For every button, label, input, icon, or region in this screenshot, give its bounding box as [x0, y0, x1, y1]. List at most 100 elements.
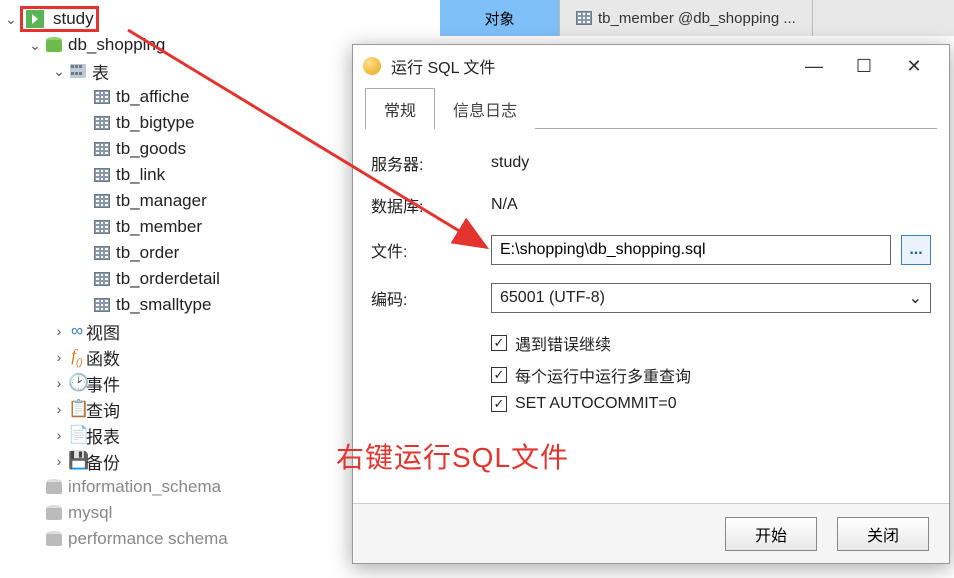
- functions-icon: f(): [68, 346, 86, 368]
- database-icon: [44, 36, 64, 54]
- tables-folder[interactable]: 表: [0, 58, 360, 84]
- checkbox-icon[interactable]: ✓: [491, 396, 507, 412]
- views-label: 视图: [86, 319, 120, 344]
- chevron-down-icon[interactable]: [50, 63, 68, 80]
- tab-objects[interactable]: 对象: [440, 0, 560, 36]
- report-icon: 📄: [68, 425, 86, 445]
- query-icon: 📋: [68, 399, 86, 419]
- table-icon: [92, 296, 112, 314]
- database-label: information_schema: [68, 477, 221, 497]
- dialog-titlebar[interactable]: 运行 SQL 文件 — ☐ ✕: [353, 45, 949, 87]
- tab-general[interactable]: 常规: [365, 88, 435, 129]
- start-label: 开始: [755, 522, 787, 546]
- table-row[interactable]: tb_affiche: [0, 84, 360, 110]
- connection-node[interactable]: study: [0, 6, 360, 32]
- database-node[interactable]: db_shopping: [0, 32, 360, 58]
- table-label: tb_orderdetail: [116, 269, 220, 289]
- dialog-form: 服务器: study 数据库: N/A 文件: ... 编码: 65001 (U…: [353, 129, 949, 429]
- database-icon: [44, 504, 64, 522]
- tab-message-log[interactable]: 信息日志: [435, 88, 535, 129]
- table-label: tb_link: [116, 165, 165, 185]
- tables-folder-icon: [68, 62, 88, 80]
- chevron-down-icon[interactable]: [26, 37, 44, 54]
- annotation-text: 右键运行SQL文件: [336, 436, 569, 476]
- database-node-inactive[interactable]: mysql: [0, 500, 360, 526]
- functions-label: 函数: [86, 345, 120, 370]
- chevron-down-icon[interactable]: [2, 11, 20, 28]
- encoding-value: 65001 (UTF-8): [500, 289, 605, 307]
- backup-icon: 💾: [68, 451, 86, 471]
- table-row[interactable]: tb_manager: [0, 188, 360, 214]
- database-label: db_shopping: [68, 35, 165, 55]
- table-label: tb_order: [116, 243, 179, 263]
- maximize-button[interactable]: ☐: [839, 45, 889, 87]
- table-row[interactable]: tb_orderdetail: [0, 266, 360, 292]
- table-row[interactable]: tb_order: [0, 240, 360, 266]
- tables-folder-label: 表: [92, 59, 109, 84]
- checkbox-icon[interactable]: ✓: [491, 335, 507, 351]
- table-icon: [92, 140, 112, 158]
- chevron-right-icon[interactable]: [50, 453, 68, 469]
- database-icon: [44, 530, 64, 548]
- table-label: tb_member: [116, 217, 202, 237]
- file-label: 文件:: [371, 238, 491, 262]
- backups-label: 备份: [86, 449, 120, 474]
- server-value: study: [491, 154, 931, 172]
- close-button[interactable]: ✕: [889, 45, 939, 87]
- check-label: 遇到错误继续: [515, 331, 611, 355]
- encoding-select[interactable]: 65001 (UTF-8) ⌄: [491, 283, 931, 313]
- app-icon: [363, 57, 381, 75]
- close-label: 关闭: [867, 522, 899, 546]
- dialog-footer: 开始 关闭: [353, 503, 949, 563]
- chevron-right-icon[interactable]: [50, 375, 68, 391]
- chevron-right-icon[interactable]: [50, 401, 68, 417]
- events-folder[interactable]: 🕑事件: [0, 370, 360, 396]
- chevron-right-icon[interactable]: [50, 349, 68, 365]
- checkbox-icon[interactable]: ✓: [491, 367, 507, 383]
- database-node-inactive[interactable]: information_schema: [0, 474, 360, 500]
- table-row[interactable]: tb_link: [0, 162, 360, 188]
- table-label: tb_affiche: [116, 87, 189, 107]
- database-label: 数据库:: [371, 193, 491, 217]
- start-button[interactable]: 开始: [725, 517, 817, 551]
- functions-folder[interactable]: f()函数: [0, 344, 360, 370]
- table-icon: [92, 244, 112, 262]
- reports-folder[interactable]: 📄报表: [0, 422, 360, 448]
- dialog-title: 运行 SQL 文件: [391, 54, 495, 78]
- minimize-button[interactable]: —: [789, 45, 839, 87]
- tab-tb-member-label: tb_member @db_shopping ...: [598, 10, 796, 27]
- connection-icon: [25, 10, 45, 28]
- tab-log-label: 信息日志: [453, 103, 517, 120]
- clock-icon: 🕑: [68, 373, 86, 393]
- table-row[interactable]: tb_goods: [0, 136, 360, 162]
- check-multi-queries[interactable]: ✓ 每个运行中运行多重查询: [491, 363, 931, 387]
- backups-folder[interactable]: 💾备份: [0, 448, 360, 474]
- table-row[interactable]: tb_smalltype: [0, 292, 360, 318]
- connection-tree[interactable]: study db_shopping 表 tb_affiche tb_bigtyp…: [0, 0, 360, 578]
- table-icon: [92, 270, 112, 288]
- table-icon: [92, 192, 112, 210]
- tab-tb-member[interactable]: tb_member @db_shopping ...: [560, 0, 813, 36]
- browse-button[interactable]: ...: [901, 235, 931, 265]
- check-label: SET AUTOCOMMIT=0: [515, 395, 677, 413]
- server-label: 服务器:: [371, 151, 491, 175]
- database-value: N/A: [491, 196, 931, 214]
- table-row[interactable]: tb_bigtype: [0, 110, 360, 136]
- close-dialog-button[interactable]: 关闭: [837, 517, 929, 551]
- check-autocommit[interactable]: ✓ SET AUTOCOMMIT=0: [491, 395, 931, 413]
- queries-label: 查询: [86, 397, 120, 422]
- chevron-right-icon[interactable]: [50, 427, 68, 443]
- views-icon: ∞: [68, 321, 86, 341]
- table-icon: [92, 88, 112, 106]
- table-icon: [576, 11, 592, 25]
- table-label: tb_manager: [116, 191, 207, 211]
- tab-general-label: 常规: [384, 103, 416, 120]
- file-input[interactable]: [491, 235, 891, 265]
- table-row[interactable]: tb_member: [0, 214, 360, 240]
- queries-folder[interactable]: 📋查询: [0, 396, 360, 422]
- chevron-right-icon[interactable]: [50, 323, 68, 339]
- check-continue-on-error[interactable]: ✓ 遇到错误继续: [491, 331, 931, 355]
- database-node-inactive[interactable]: performance schema: [0, 526, 360, 552]
- views-folder[interactable]: ∞视图: [0, 318, 360, 344]
- table-icon: [92, 218, 112, 236]
